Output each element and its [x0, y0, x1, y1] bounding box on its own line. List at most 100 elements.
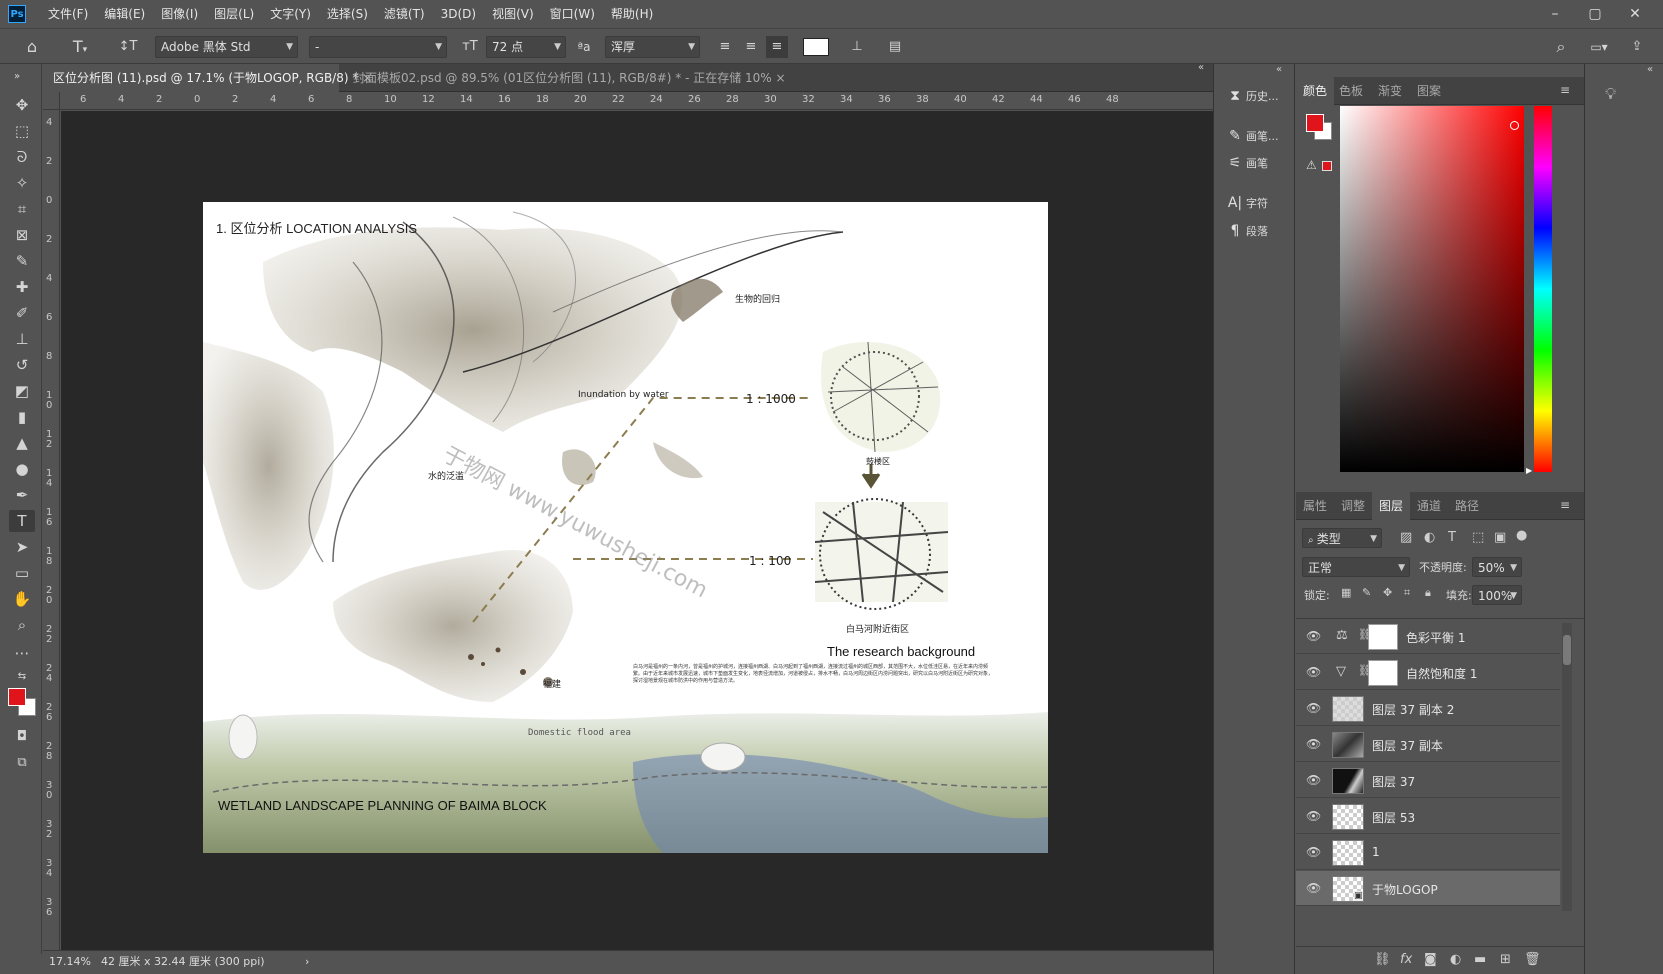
search-icon[interactable]: ⌕	[1550, 36, 1572, 58]
lock-image-icon[interactable]: ✎	[1362, 586, 1371, 599]
menu-item[interactable]: 3D(D)	[433, 0, 484, 28]
quick-mask-icon[interactable]: ◘	[9, 726, 35, 748]
layer-mask-thumbnail[interactable]	[1368, 660, 1398, 686]
tab-channels[interactable]: 通道	[1410, 492, 1448, 520]
layer-thumbnail[interactable]	[1332, 840, 1364, 866]
scrollbar-thumb[interactable]	[1563, 635, 1571, 665]
hue-slider-handle[interactable]: ▶	[1526, 466, 1532, 475]
opacity-input[interactable]: 50% ▼	[1472, 557, 1522, 577]
collapse-icon[interactable]: »	[4, 66, 30, 88]
minimize-button[interactable]: –	[1535, 0, 1575, 28]
filter-shape-icon[interactable]: ⬚	[1472, 530, 1484, 545]
layer-thumbnail[interactable]	[1332, 804, 1364, 830]
text-color-swatch[interactable]	[803, 38, 829, 56]
trash-icon[interactable]: 🗑︎	[1524, 952, 1541, 967]
layer-row[interactable]: 👁︎ ⚖ ⛓ 色彩平衡 1	[1296, 619, 1560, 654]
blend-mode-select[interactable]: 正常 ▼	[1302, 557, 1410, 577]
visibility-eye-icon[interactable]: 👁︎	[1306, 629, 1321, 643]
type-tool-preset-icon[interactable]: T▾	[64, 36, 96, 58]
frame-tool-icon[interactable]: ⊠	[9, 224, 35, 246]
move-tool-icon[interactable]: ✥	[9, 94, 35, 116]
layer-row[interactable]: 👁︎ 1	[1296, 835, 1560, 870]
color-field[interactable]	[1340, 106, 1524, 472]
antialias-select[interactable]: 浑厚 ▼	[605, 36, 700, 58]
font-size-select[interactable]: 72 点 ▼	[486, 36, 566, 58]
lock-transparent-icon[interactable]: ▦	[1341, 586, 1351, 599]
pen-tool-icon[interactable]: ✒	[9, 484, 35, 506]
filter-adjustment-icon[interactable]: ◐	[1424, 530, 1435, 545]
link-layers-icon[interactable]: ⛓	[1374, 952, 1391, 967]
visibility-eye-icon[interactable]: 👁︎	[1306, 701, 1321, 715]
layer-row[interactable]: 👁︎ ▣ 于物LOGOP	[1296, 871, 1560, 906]
tab-swatches[interactable]: 色板	[1332, 77, 1370, 105]
layer-row[interactable]: 👁︎ 图层 37	[1296, 763, 1560, 798]
color-picker-cursor[interactable]	[1510, 121, 1519, 130]
menu-item[interactable]: 文字(Y)	[262, 0, 319, 28]
tab-layers[interactable]: 图层	[1372, 492, 1411, 520]
horizontal-ruler[interactable]: 6 4 2 0 2 4 6 8 10 12 14 16 18 20 22 24 26 28 30 32 34 36 38 40…	[60, 92, 1213, 110]
hand-tool-icon[interactable]: ✋	[9, 588, 35, 610]
layer-filter-select[interactable]: ⌕ 类型 ▼	[1302, 528, 1382, 548]
type-tool-icon[interactable]: T	[9, 510, 35, 532]
layer-row[interactable]: 👁︎ 图层 37 副本 2	[1296, 691, 1560, 726]
tab-properties[interactable]: 属性	[1296, 492, 1334, 520]
maximize-button[interactable]: ▢	[1575, 0, 1615, 28]
add-mask-icon[interactable]: ◙	[1424, 952, 1437, 967]
home-icon[interactable]: ⌂	[20, 36, 44, 58]
eraser-tool-icon[interactable]: ◩	[9, 380, 35, 402]
filter-smart-object-icon[interactable]: ▣	[1494, 530, 1506, 545]
status-menu-arrow[interactable]: ›	[305, 951, 309, 973]
document-canvas[interactable]: 1. 区位分析 LOCATION ANALYSIS 生物的回归 Inundati…	[203, 202, 1048, 853]
layer-row[interactable]: 👁︎ ▽ ⛓ 自然饱和度 1	[1296, 655, 1560, 690]
layer-thumbnail[interactable]	[1332, 768, 1364, 794]
align-center-icon[interactable]: ≡	[740, 36, 762, 58]
tab-location-analysis[interactable]: 区位分析图 (11).psd @ 17.1% (于物LOGOP, RGB/8) …	[43, 64, 372, 92]
visibility-eye-icon[interactable]: 👁︎	[1306, 665, 1321, 679]
layer-row[interactable]: 👁︎ 图层 53	[1296, 799, 1560, 834]
character-panel-toggle-icon[interactable]: ▤	[884, 36, 906, 58]
menu-item[interactable]: 选择(S)	[319, 0, 376, 28]
menu-item[interactable]: 帮助(H)	[603, 0, 661, 28]
learn-lightbulb-icon[interactable]: 💡︎	[1605, 84, 1616, 104]
ruler-origin[interactable]	[43, 92, 60, 110]
path-selection-tool-icon[interactable]: ➤	[9, 536, 35, 558]
zoom-tool-icon[interactable]: ⌕	[9, 614, 35, 636]
tab-patterns[interactable]: 图案	[1410, 77, 1448, 105]
dodge-tool-icon[interactable]: ●	[9, 458, 35, 480]
gamut-color-swatch[interactable]	[1322, 161, 1332, 171]
foreground-color-swatch[interactable]	[1306, 114, 1324, 132]
tab-adjustments[interactable]: 调整	[1334, 492, 1372, 520]
layers-scrollbar[interactable]	[1562, 623, 1572, 911]
crop-tool-icon[interactable]: ⌗	[9, 198, 35, 220]
panel-paragraph[interactable]: ¶ 段落	[1224, 220, 1268, 242]
blur-tool-icon[interactable]: ▲	[9, 432, 35, 454]
vertical-ruler[interactable]: 4 2 0 2 4 6 8 1 0 1 2 1 4 1 6 1 8 2 0 2 2 2 4 2 6 2 8 3 0…	[43, 110, 60, 950]
healing-brush-tool-icon[interactable]: ✚	[9, 276, 35, 298]
visibility-eye-icon[interactable]: 👁︎	[1306, 845, 1321, 859]
brush-tool-icon[interactable]: ✐	[9, 302, 35, 324]
text-orientation-icon[interactable]: ↕T	[116, 36, 140, 58]
more-tools-icon[interactable]: ⋯	[9, 642, 35, 664]
history-brush-tool-icon[interactable]: ↺	[9, 354, 35, 376]
menu-item[interactable]: 滤镜(T)	[376, 0, 433, 28]
close-window-button[interactable]: ✕	[1615, 0, 1655, 28]
eyedropper-tool-icon[interactable]: ✎	[9, 250, 35, 272]
workspace-icon[interactable]: ▭▾	[1584, 36, 1614, 58]
menu-item[interactable]: 文件(F)	[40, 0, 96, 28]
panel-menu-icon[interactable]: ≡	[1560, 498, 1570, 512]
menu-item[interactable]: 图层(L)	[206, 0, 262, 28]
shape-tool-icon[interactable]: ▭	[9, 562, 35, 584]
menu-item[interactable]: 窗口(W)	[542, 0, 603, 28]
lasso-tool-icon[interactable]: ᘐ	[9, 146, 35, 168]
hue-slider[interactable]	[1534, 106, 1552, 472]
visibility-eye-icon[interactable]: 👁︎	[1306, 881, 1321, 895]
align-right-icon[interactable]: ≡	[766, 36, 788, 58]
menu-item[interactable]: 图像(I)	[153, 0, 206, 28]
panel-history[interactable]: ⧗ 历史...	[1224, 85, 1278, 107]
menu-item[interactable]: 视图(V)	[484, 0, 542, 28]
screen-mode-icon[interactable]: ⧉	[9, 752, 35, 774]
clone-stamp-tool-icon[interactable]: ⊥	[9, 328, 35, 350]
magic-wand-tool-icon[interactable]: ✧	[9, 172, 35, 194]
gradient-tool-icon[interactable]: ▮	[9, 406, 35, 428]
visibility-eye-icon[interactable]: 👁︎	[1306, 773, 1321, 787]
